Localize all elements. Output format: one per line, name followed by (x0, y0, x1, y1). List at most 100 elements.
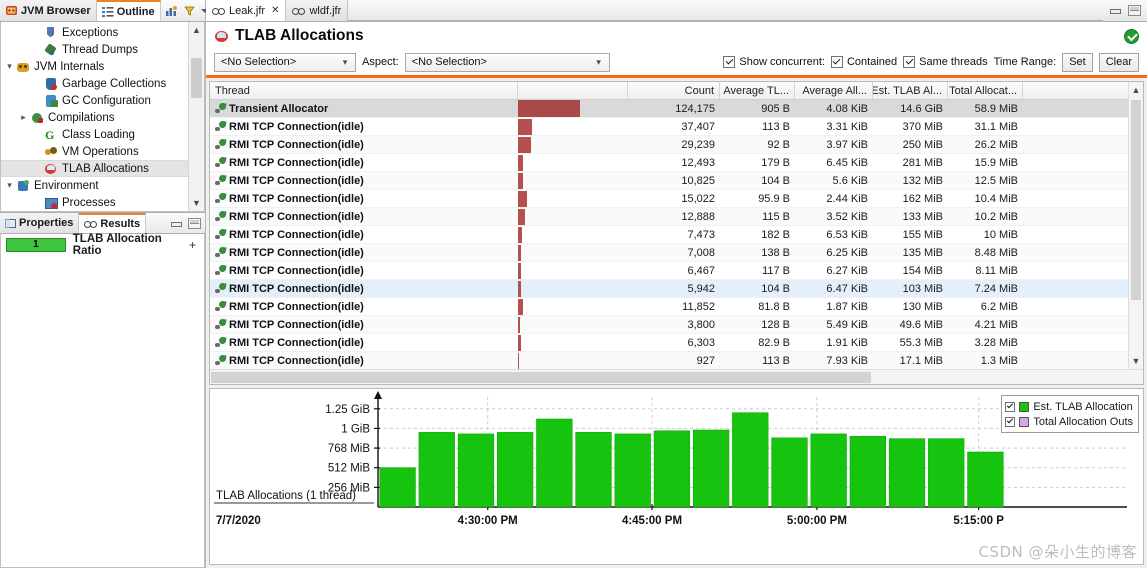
scroll-thumb[interactable] (191, 58, 202, 98)
event-type-select[interactable]: <No Selection> ▾ (214, 52, 356, 72)
table-row[interactable]: RMI TCP Connection(idle) 7,008 138 B 6.25 K… (210, 244, 1143, 262)
chart-bar[interactable] (888, 438, 926, 508)
y-axis-tick-label: 512 MiB (328, 463, 371, 475)
tab-results-label: Results (100, 218, 141, 230)
chevron-down-icon[interactable]: ▾ (3, 180, 16, 191)
tab-results[interactable]: Results (79, 213, 147, 233)
chart-bar[interactable] (614, 433, 651, 508)
chart-bar[interactable] (692, 429, 730, 508)
tree-item-jvm-internals[interactable]: ▾ JVM Internals (1, 58, 188, 75)
column-header-total_alloc[interactable]: Total Allocat... (948, 82, 1023, 99)
contained-group[interactable]: Contained (830, 56, 897, 68)
legend-checkbox[interactable] (1005, 401, 1016, 412)
table-row[interactable]: RMI TCP Connection(idle) 37,407 113 B 3.31 … (210, 118, 1143, 136)
table-row[interactable]: RMI TCP Connection(idle) 927 113 B 7.93 KiB… (210, 352, 1143, 370)
thread-name: RMI TCP Connection(idle) (229, 120, 364, 133)
scroll-thumb[interactable] (1131, 100, 1141, 300)
chart-bar[interactable] (732, 412, 769, 508)
tab-properties[interactable]: Properties (0, 213, 80, 233)
table-vertical-scrollbar[interactable]: ▲ ▼ (1128, 82, 1143, 369)
chevron-down-icon[interactable]: ▾ (3, 61, 16, 72)
tree-item-garbage-collections[interactable]: Garbage Collections (1, 75, 188, 92)
tree-item-processes[interactable]: Processes (1, 194, 188, 211)
sort-icon[interactable] (165, 4, 178, 17)
chart-bar[interactable] (771, 437, 808, 508)
thread-icon (215, 355, 226, 366)
table-row[interactable]: RMI TCP Connection(idle) 6,303 82.9 B 1.91 … (210, 334, 1143, 352)
column-header-avg_tlab[interactable]: Average TL... (720, 82, 795, 99)
table-row[interactable]: RMI TCP Connection(idle) 7,473 182 B 6.53 K… (210, 226, 1143, 244)
time-range-clear-button[interactable]: Clear (1098, 52, 1139, 72)
chart-bar[interactable] (575, 432, 612, 508)
maximize-icon[interactable] (188, 217, 201, 229)
tree-item-gc-configuration[interactable]: GC Configuration (1, 92, 188, 109)
tree-item-tlab-allocations[interactable]: TLAB Allocations (1, 160, 188, 177)
tab-outline[interactable]: Outline (96, 0, 161, 21)
filter-icon[interactable] (183, 4, 196, 17)
chart-bar[interactable] (967, 451, 1004, 508)
cell-bar (518, 208, 628, 226)
table-row[interactable]: RMI TCP Connection(idle) 11,852 81.8 B 1.87… (210, 298, 1143, 316)
tree-item-vm-operations[interactable]: VM Operations (1, 143, 188, 160)
cell-est_tlab: 281 MiB (902, 156, 943, 169)
column-header-thread[interactable]: Thread (210, 82, 518, 99)
tab-jvm-browser[interactable]: JVM Browser (0, 0, 97, 21)
scroll-up-arrow[interactable]: ▲ (1129, 82, 1143, 98)
minimize-icon[interactable] (1109, 5, 1122, 16)
maximize-icon[interactable] (1128, 5, 1141, 16)
tree-item-compilations[interactable]: ▸ Compilations (1, 109, 188, 126)
scroll-down-arrow[interactable]: ▼ (189, 195, 204, 211)
scroll-thumb[interactable] (211, 372, 871, 383)
column-header-est_tlab[interactable]: Est. TLAB Al... (873, 82, 948, 99)
aspect-select[interactable]: <No Selection> ▾ (404, 52, 610, 72)
tree-item-exceptions[interactable]: Exceptions (1, 24, 188, 41)
tree-item-class-loading[interactable]: Class Loading (1, 126, 188, 143)
chart-bar[interactable] (497, 432, 534, 508)
table-row[interactable]: RMI TCP Connection(idle) 15,022 95.9 B 2.44… (210, 190, 1143, 208)
table-row[interactable]: RMI TCP Connection(idle) 29,239 92 B 3.97 K… (210, 136, 1143, 154)
editor-tab-wldf[interactable]: wldf.jfr (286, 0, 349, 21)
tree-item-environment[interactable]: ▾ Environment (1, 177, 188, 194)
tree-item-thread-dumps[interactable]: Thread Dumps (1, 41, 188, 58)
close-icon[interactable]: ✕ (271, 5, 279, 16)
chart-bar[interactable] (536, 418, 573, 508)
column-header-avg_alloc[interactable]: Average All... (795, 82, 873, 99)
chart-bar[interactable] (379, 467, 416, 508)
result-expand-icon[interactable]: + (189, 238, 196, 252)
chart-canvas[interactable]: 1.25 GiB1 GiB768 MiB512 MiB256 MiB4:30:0… (210, 389, 1135, 539)
table-row[interactable]: RMI TCP Connection(idle) 5,942 104 B 6.47 K… (210, 280, 1143, 298)
status-badge-ok[interactable] (1124, 28, 1139, 44)
contained-checkbox[interactable] (830, 56, 843, 68)
legend-checkbox[interactable] (1005, 416, 1016, 427)
table-row[interactable]: RMI TCP Connection(idle) 12,493 179 B 6.45 … (210, 154, 1143, 172)
cell-bar (518, 280, 628, 298)
chart-bar[interactable] (653, 430, 691, 508)
chart-bar[interactable] (928, 438, 965, 508)
chart-bar[interactable] (418, 432, 455, 508)
chart-bar[interactable] (849, 435, 886, 508)
scroll-down-arrow[interactable]: ▼ (1129, 353, 1143, 369)
same-threads-group[interactable]: Same threads (903, 56, 988, 68)
scroll-up-arrow[interactable]: ▲ (189, 22, 204, 38)
column-header-count[interactable]: Count (628, 82, 720, 99)
chevron-right-icon[interactable]: ▸ (17, 112, 30, 123)
column-header-bar[interactable] (518, 82, 628, 99)
legend-item[interactable]: Total Allocation Outs (1005, 414, 1133, 429)
table-row[interactable]: RMI TCP Connection(idle) 10,825 104 B 5.6 K… (210, 172, 1143, 190)
show-concurrent-checkbox[interactable] (723, 56, 736, 68)
show-concurrent-group[interactable]: Show concurrent: (723, 56, 825, 68)
table-row[interactable]: Transient Allocator 124,175 905 B 4.08 KiB 1… (210, 100, 1143, 118)
minimize-icon[interactable] (170, 218, 183, 229)
table-row[interactable]: RMI TCP Connection(idle) 3,800 128 B 5.49 K… (210, 316, 1143, 334)
table-row[interactable]: RMI TCP Connection(idle) 6,467 117 B 6.27 K… (210, 262, 1143, 280)
editor-tab-leak[interactable]: Leak.jfr ✕ (206, 0, 287, 21)
table-horizontal-scrollbar[interactable] (210, 369, 1143, 384)
chart-bar[interactable] (457, 433, 495, 508)
table-row[interactable]: RMI TCP Connection(idle) 12,888 115 B 3.52 … (210, 208, 1143, 226)
same-threads-checkbox[interactable] (903, 56, 916, 68)
chart-bar[interactable] (810, 433, 847, 508)
outline-tree-scrollbar[interactable]: ▲ ▼ (188, 22, 204, 211)
result-row[interactable]: 1 TLAB Allocation Ratio + (1, 233, 204, 257)
time-range-set-button[interactable]: Set (1062, 52, 1093, 72)
legend-item[interactable]: Est. TLAB Allocation (1005, 399, 1133, 414)
